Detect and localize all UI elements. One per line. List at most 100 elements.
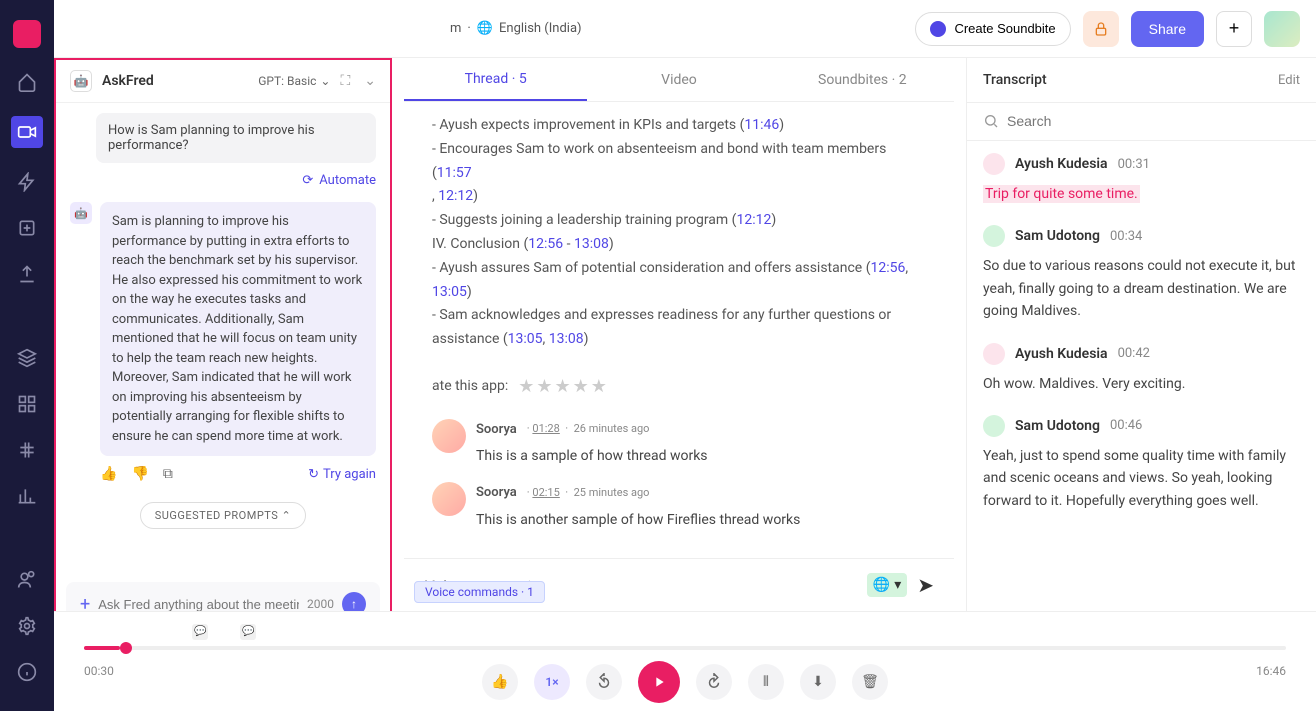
voice-commands-pill[interactable]: Voice commands · 1 xyxy=(414,581,545,603)
visibility-selector[interactable]: 🌐 ▾ xyxy=(867,573,907,597)
speed-button[interactable]: 1× xyxy=(534,664,570,700)
topbar: m · 🌐 English (India) Create Soundbite S… xyxy=(54,0,1316,58)
nav-bolt-icon[interactable] xyxy=(15,170,39,194)
create-soundbite-label: Create Soundbite xyxy=(954,21,1055,36)
model-selector[interactable]: GPT: Basic ⌄ xyxy=(258,74,330,88)
timestamp-link[interactable]: 11:57 xyxy=(437,165,472,181)
language-label: English (India) xyxy=(499,21,582,36)
send-button[interactable]: ↑ xyxy=(342,592,366,611)
nav-import-icon[interactable] xyxy=(15,216,39,240)
share-button[interactable]: Share xyxy=(1131,11,1204,47)
timestamp-link[interactable]: 13:08 xyxy=(549,331,584,347)
nav-analytics-icon[interactable] xyxy=(15,484,39,508)
nav-settings-icon[interactable] xyxy=(15,614,39,638)
transcript-text: Oh wow. Maldives. Very exciting. xyxy=(983,373,1300,395)
thumbs-up-button[interactable]: 👍 xyxy=(482,664,518,700)
create-soundbite-button[interactable]: Create Soundbite xyxy=(915,12,1070,46)
timestamp-link[interactable]: 13:08 xyxy=(574,236,609,252)
tab-soundbites[interactable]: Soundbites · 2 xyxy=(771,60,954,100)
add-button[interactable]: + xyxy=(1216,11,1252,47)
progress-thumb[interactable] xyxy=(120,642,132,654)
transcript-time: 00:31 xyxy=(1118,157,1150,172)
progress-bar[interactable]: 💬 💬 xyxy=(84,646,1286,650)
user-avatar[interactable] xyxy=(1264,11,1300,47)
timestamp-link[interactable]: 12:56 xyxy=(528,236,563,252)
suggested-prompts-button[interactable]: SUGGESTED PROMPTS ⌃ xyxy=(140,502,306,529)
transcript-item[interactable]: Sam Udotong00:46Yeah, just to spend some… xyxy=(983,415,1300,512)
model-label: GPT: Basic xyxy=(258,74,316,88)
language-selector[interactable]: m · 🌐 English (India) xyxy=(450,21,582,36)
download-button[interactable]: ⬇ xyxy=(800,664,836,700)
nav-upload-icon[interactable] xyxy=(15,262,39,286)
current-time: 00:30 xyxy=(84,664,114,678)
try-again-label: Try again xyxy=(323,467,376,482)
globe-icon: 🌐 xyxy=(477,21,493,36)
transcript-search-input[interactable] xyxy=(983,113,1300,129)
marker-icon[interactable]: 💬 xyxy=(192,624,208,640)
askfred-title: AskFred xyxy=(102,73,248,89)
lock-button[interactable] xyxy=(1083,11,1119,47)
comment-timestamp[interactable]: 01:28 xyxy=(532,422,559,435)
comment-avatar xyxy=(432,482,466,516)
transcript-title: Transcript xyxy=(983,72,1047,88)
rating-stars[interactable]: ★★★★★ xyxy=(518,372,609,403)
transcript-time: 00:46 xyxy=(1110,418,1142,433)
timestamp-link[interactable]: 12:12 xyxy=(736,212,771,228)
thumbs-down-icon[interactable]: 👎 xyxy=(131,466,148,482)
transcript-item[interactable]: Ayush Kudesia00:42Oh wow. Maldives. Very… xyxy=(983,343,1300,395)
transcript-text: So due to various reasons could not exec… xyxy=(983,255,1300,322)
edit-button[interactable]: Edit xyxy=(1278,73,1300,88)
delete-button[interactable]: 🗑 xyxy=(852,664,888,700)
nav-people-icon[interactable] xyxy=(15,568,39,592)
left-nav-sidebar xyxy=(0,0,54,711)
nav-apps-icon[interactable] xyxy=(15,392,39,416)
transcript-time: 00:42 xyxy=(1118,346,1150,361)
askfred-body: How is Sam planning to improve his perfo… xyxy=(56,103,390,582)
timestamp-link[interactable]: 12:12 xyxy=(438,188,473,204)
forward-button[interactable] xyxy=(696,664,732,700)
try-again-button[interactable]: ↻ Try again xyxy=(308,467,376,482)
waveform-button[interactable]: ⫴ xyxy=(748,664,784,700)
tab-thread[interactable]: Thread · 5 xyxy=(404,59,587,101)
expand-icon[interactable]: ⛶ xyxy=(340,73,350,89)
user-message: How is Sam planning to improve his perfo… xyxy=(96,113,376,163)
message-actions: 👍 👎 ⧉ ↻ Try again xyxy=(70,456,376,492)
speaker-name: Ayush Kudesia xyxy=(1015,156,1108,172)
automate-button[interactable]: ⟳ Automate xyxy=(70,173,376,188)
player-footer: 💬 💬 00:30 16:46 👍 1× ⫴ ⬇ 🗑 xyxy=(54,611,1316,711)
automate-label: Automate xyxy=(319,173,376,188)
comment-avatar xyxy=(432,419,466,453)
lang-suffix: m xyxy=(450,21,461,36)
thumbs-up-icon[interactable]: 👍 xyxy=(100,466,117,482)
total-time: 16:46 xyxy=(1256,664,1286,678)
retry-icon: ↻ xyxy=(308,467,319,482)
rewind-button[interactable] xyxy=(586,664,622,700)
transcript-item[interactable]: Sam Udotong00:34So due to various reason… xyxy=(983,225,1300,322)
bot-avatar-icon: 🤖 xyxy=(70,202,92,224)
copy-icon[interactable]: ⧉ xyxy=(163,466,173,482)
nav-home-icon[interactable] xyxy=(15,70,39,94)
timestamp-link[interactable]: 12:56 xyxy=(871,260,906,276)
timestamp-link[interactable]: 13:05 xyxy=(508,331,543,347)
send-comment-button[interactable]: ➤ xyxy=(917,573,934,597)
tabs: Thread · 5 Video Soundbites · 2 xyxy=(404,58,954,102)
nav-video-icon[interactable] xyxy=(11,116,43,148)
chevron-down-icon[interactable]: ⌄ xyxy=(364,73,376,89)
marker-icon[interactable]: 💬 xyxy=(240,624,256,640)
tab-video[interactable]: Video xyxy=(587,60,770,100)
comment-timestamp[interactable]: 02:15 xyxy=(532,486,559,499)
rate-label: ate this app: xyxy=(432,375,508,399)
play-button[interactable] xyxy=(638,661,680,703)
transcript-body[interactable]: Ayush Kudesia00:31Trip for quite some ti… xyxy=(967,141,1316,611)
timestamp-link[interactable]: 11:46 xyxy=(744,117,779,133)
speaker-avatar xyxy=(983,153,1005,175)
nav-layers-icon[interactable] xyxy=(15,346,39,370)
timestamp-link[interactable]: 13:05 xyxy=(432,284,467,300)
thread-content[interactable]: - Ayush expects improvement in KPIs and … xyxy=(404,102,954,558)
globe-icon: 🌐 xyxy=(873,577,890,593)
askfred-input[interactable] xyxy=(98,597,299,612)
nav-hash-icon[interactable] xyxy=(15,438,39,462)
nav-info-icon[interactable] xyxy=(15,660,39,684)
plus-icon[interactable]: + xyxy=(80,594,90,612)
transcript-item[interactable]: Ayush Kudesia00:31Trip for quite some ti… xyxy=(983,153,1300,205)
